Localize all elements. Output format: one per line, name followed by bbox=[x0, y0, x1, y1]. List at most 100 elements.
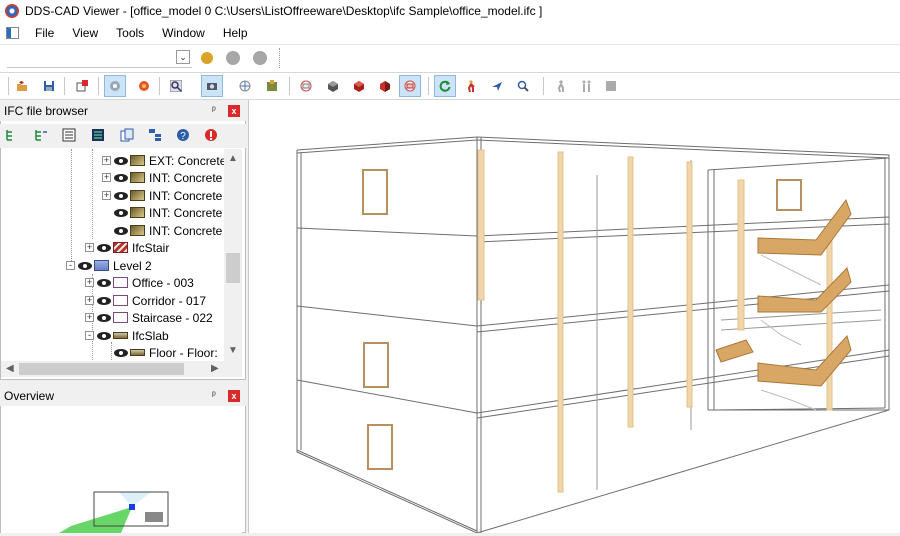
box-red-icon[interactable] bbox=[350, 77, 368, 95]
eye-icon[interactable] bbox=[114, 226, 128, 235]
eye-icon[interactable] bbox=[97, 243, 111, 252]
option-disabled-icon bbox=[253, 51, 267, 65]
pin-icon[interactable]: ᵖ bbox=[212, 101, 216, 121]
eye-icon[interactable] bbox=[114, 173, 128, 182]
tree-item-wall[interactable]: + INT: Concrete bbox=[102, 169, 222, 186]
box-dark-icon[interactable] bbox=[324, 77, 342, 95]
hierarchy-icon[interactable] bbox=[148, 128, 162, 142]
scrollbar-thumb[interactable] bbox=[226, 253, 240, 283]
tree-item-space[interactable]: + Staircase - 022 bbox=[85, 309, 213, 326]
tree-collapse-icon[interactable] bbox=[34, 128, 48, 142]
tree-item-wall[interactable]: INT: Concrete bbox=[114, 204, 222, 221]
tree-item-space[interactable]: + Office - 003 bbox=[85, 274, 194, 291]
menu-grip-icon[interactable] bbox=[6, 27, 19, 39]
fly-icon[interactable] bbox=[488, 77, 506, 95]
save-icon[interactable] bbox=[40, 77, 58, 95]
refresh-icon[interactable] bbox=[434, 75, 456, 97]
camera-icon[interactable] bbox=[201, 75, 223, 97]
eye-icon[interactable] bbox=[114, 348, 128, 357]
menu-view[interactable]: View bbox=[64, 26, 108, 40]
overview-map[interactable] bbox=[1, 406, 242, 533]
stair-flight bbox=[757, 335, 852, 387]
scroll-left-icon[interactable]: ◀ bbox=[6, 361, 14, 377]
export-icon[interactable] bbox=[73, 77, 91, 95]
building-storey-icon bbox=[94, 260, 109, 271]
box-white-icon[interactable] bbox=[297, 77, 315, 95]
expand-icon[interactable]: + bbox=[85, 313, 94, 322]
chevron-down-icon[interactable]: ⌄ bbox=[176, 50, 190, 64]
tree-item-slab[interactable]: - IfcSlab bbox=[85, 327, 169, 344]
section-box-icon[interactable] bbox=[399, 75, 421, 97]
eye-icon[interactable] bbox=[97, 296, 111, 305]
space-icon bbox=[113, 312, 128, 323]
pin-icon[interactable]: ᵖ bbox=[212, 386, 216, 406]
menu-tools[interactable]: Tools bbox=[108, 26, 154, 40]
open-folder-icon[interactable] bbox=[13, 77, 31, 95]
view-mode-icon[interactable] bbox=[104, 75, 126, 97]
tree-item-wall[interactable]: + EXT: Concrete bbox=[102, 152, 226, 169]
scroll-right-icon[interactable]: ▶ bbox=[211, 361, 219, 377]
overview-header: Overview ᵖ x bbox=[0, 386, 246, 406]
3d-viewport[interactable] bbox=[248, 100, 900, 534]
column bbox=[627, 156, 634, 428]
ifc-tree[interactable]: + EXT: Concrete + INT: Concrete + INT: C… bbox=[1, 149, 242, 361]
expand-icon[interactable]: + bbox=[102, 191, 111, 200]
eye-icon[interactable] bbox=[114, 156, 128, 165]
collapse-icon[interactable]: - bbox=[85, 331, 94, 340]
walk-icon[interactable] bbox=[462, 77, 480, 95]
wall-icon bbox=[130, 172, 145, 183]
tree-item-wall[interactable]: + INT: Concrete bbox=[102, 187, 222, 204]
eye-icon[interactable] bbox=[97, 331, 111, 340]
scroll-up-icon[interactable]: ▲ bbox=[224, 153, 242, 164]
eye-icon[interactable] bbox=[97, 278, 111, 287]
box-red-alt-icon[interactable] bbox=[376, 77, 394, 95]
close-icon[interactable]: x bbox=[228, 105, 240, 117]
render-mode-icon[interactable] bbox=[135, 77, 153, 95]
tree-item-label: INT: Concrete bbox=[149, 223, 223, 238]
expand-icon[interactable]: + bbox=[85, 296, 94, 305]
expand-icon[interactable]: + bbox=[102, 156, 111, 165]
list-icon[interactable] bbox=[62, 128, 76, 142]
eye-icon[interactable] bbox=[97, 313, 111, 322]
orbit-icon[interactable] bbox=[236, 77, 254, 95]
toolbar-separator bbox=[428, 77, 429, 95]
tree-item-wall[interactable]: INT: Concrete bbox=[114, 222, 222, 239]
expand-icon[interactable]: + bbox=[85, 278, 94, 287]
column bbox=[737, 179, 745, 331]
tree-vertical-scrollbar[interactable]: ▲ ▼ bbox=[224, 149, 242, 361]
tree-item-label: Floor - Floor: bbox=[149, 345, 218, 360]
collapse-icon[interactable]: - bbox=[66, 261, 75, 270]
eye-icon[interactable] bbox=[78, 261, 92, 270]
tree-item-level[interactable]: - Level 2 bbox=[66, 257, 152, 274]
tree-guide bbox=[71, 149, 72, 269]
tree-item-space[interactable]: + Corridor - 017 bbox=[85, 292, 206, 309]
tree-item-stair[interactable]: + IfcStair bbox=[85, 239, 169, 256]
object-tree-icon[interactable] bbox=[263, 77, 281, 95]
tree-horizontal-scrollbar[interactable]: ◀ ▶ bbox=[1, 361, 242, 377]
menu-help[interactable]: Help bbox=[215, 26, 258, 40]
eye-icon[interactable] bbox=[114, 208, 128, 217]
close-icon[interactable]: x bbox=[228, 390, 240, 402]
option-disabled-icon bbox=[226, 51, 240, 65]
search-icon[interactable] bbox=[514, 77, 532, 95]
copy-icon[interactable] bbox=[120, 128, 134, 142]
error-icon[interactable] bbox=[204, 128, 218, 142]
apply-icon[interactable] bbox=[201, 52, 213, 64]
menu-window[interactable]: Window bbox=[154, 26, 215, 40]
expand-icon[interactable]: + bbox=[102, 173, 111, 182]
tree-expand-icon[interactable] bbox=[5, 128, 19, 142]
slab-icon bbox=[113, 332, 128, 339]
eye-icon[interactable] bbox=[114, 191, 128, 200]
zoom-window-icon[interactable] bbox=[167, 77, 185, 95]
building-wireframe bbox=[296, 136, 890, 534]
model-combo[interactable] bbox=[7, 50, 192, 68]
properties-icon[interactable] bbox=[91, 128, 105, 142]
menu-file[interactable]: File bbox=[27, 26, 64, 40]
scroll-down-icon[interactable]: ▼ bbox=[224, 345, 242, 356]
tree-item-slab[interactable]: Floor - Floor: bbox=[114, 344, 218, 361]
expand-icon[interactable]: + bbox=[85, 243, 94, 252]
help-icon[interactable]: ? bbox=[176, 128, 190, 142]
wall-icon bbox=[130, 207, 145, 218]
scrollbar-thumb[interactable] bbox=[19, 363, 184, 375]
svg-text:?: ? bbox=[180, 131, 186, 142]
